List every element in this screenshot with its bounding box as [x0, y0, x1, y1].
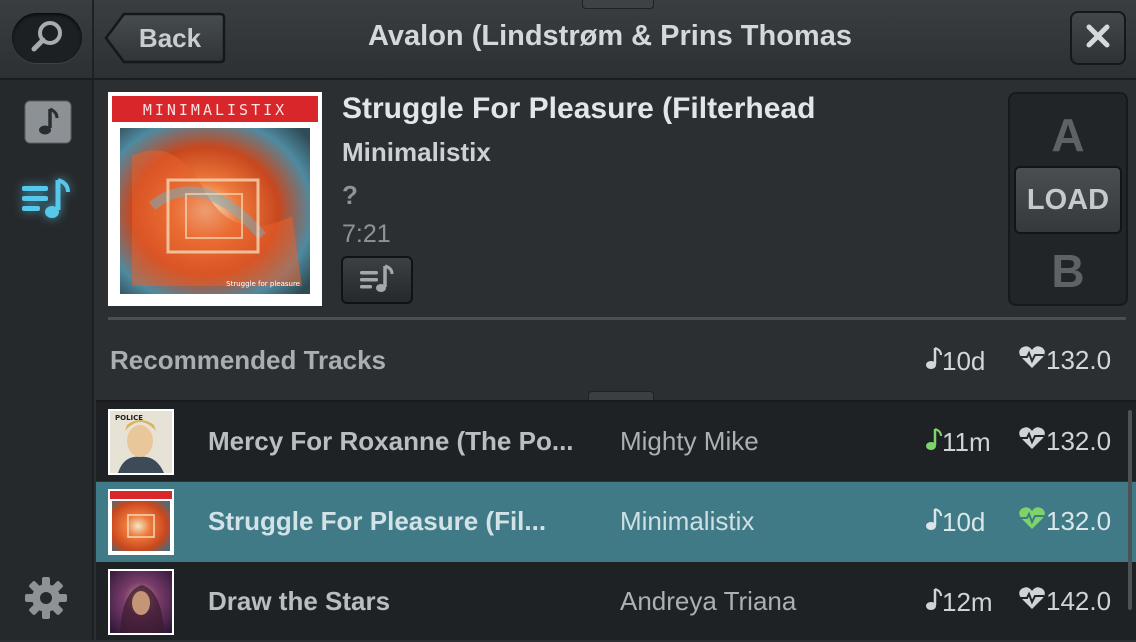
add-to-queue-button[interactable]: [341, 256, 413, 304]
svg-text:Struggle for pleasure: Struggle for pleasure: [226, 280, 300, 288]
load-button[interactable]: LOAD: [1014, 166, 1122, 234]
track-key: 10d: [924, 506, 985, 539]
track-thumbnail: [108, 489, 174, 555]
track-artist: Minimalistix: [342, 137, 491, 167]
music-note-icon: [24, 100, 72, 149]
table-row-selected[interactable]: Struggle For Pleasure (Fil... Minimalist…: [96, 482, 1136, 562]
track-bpm-value: 132.0: [1046, 426, 1112, 456]
table-row[interactable]: Draw the Stars Andreya Triana 12m 142.0: [96, 562, 1136, 642]
track-bpm: 142.0: [1018, 586, 1111, 617]
recommended-tracks-label: Recommended Tracks: [110, 345, 387, 375]
recommended-bpm: 132.0: [1018, 345, 1111, 376]
track-title: Draw the Stars: [208, 586, 391, 616]
left-rail: [0, 80, 94, 640]
music-note-icon: [924, 345, 942, 378]
track-key: ?: [342, 180, 358, 210]
deck-a-button[interactable]: A: [1010, 108, 1126, 162]
track-key: 12m: [924, 586, 993, 619]
playlist-view-button[interactable]: [18, 176, 76, 226]
track-artist: Minimalistix: [620, 506, 755, 536]
playlist-icon: [18, 174, 76, 229]
playlist-icon: [357, 262, 397, 299]
recommended-track-list: POLICE Mercy For Roxanne (The Po... Migh…: [96, 400, 1136, 640]
album-cover: MINIMALISTIX Struggle for pleasure: [108, 92, 322, 306]
recommended-bpm-value: 132.0: [1046, 345, 1112, 375]
svg-text:MINIMALISTIX: MINIMALISTIX: [143, 101, 287, 119]
heartbeat-icon: [1018, 345, 1046, 376]
track-duration: 7:21: [342, 220, 391, 248]
music-note-icon: [924, 426, 942, 459]
list-scrollbar[interactable]: [1128, 410, 1132, 610]
settings-button[interactable]: [22, 576, 70, 624]
svg-text:POLICE: POLICE: [115, 414, 143, 422]
recommended-key-value: 10d: [942, 346, 986, 376]
search-button[interactable]: [12, 13, 82, 63]
section-divider: [108, 317, 1126, 320]
music-note-icon: [924, 586, 942, 619]
track-key-value: 10d: [942, 507, 986, 537]
load-deck-panel: A LOAD B: [1008, 92, 1128, 306]
recommended-key: 10d: [924, 345, 985, 378]
track-title: Struggle For Pleasure (Fil...: [208, 506, 547, 536]
heartbeat-icon: [1018, 426, 1046, 457]
track-key-value: 12m: [942, 587, 993, 617]
topbar-divider: [92, 0, 94, 78]
track-title: Mercy For Roxanne (The Po...: [208, 426, 574, 456]
heartbeat-icon: [1018, 586, 1046, 617]
track-thumbnail: POLICE: [108, 409, 174, 475]
close-icon: [1085, 23, 1111, 54]
back-button[interactable]: Back: [104, 12, 226, 64]
track-bpm-value: 142.0: [1046, 586, 1112, 616]
track-view-button[interactable]: [24, 100, 72, 149]
track-bpm: 132.0: [1018, 506, 1111, 537]
track-artist: Mighty Mike: [620, 426, 759, 456]
top-bar: Back Avalon (Lindstrøm & Prins Thomas: [0, 0, 1136, 80]
track-thumbnail: [108, 569, 174, 635]
track-key: 11m: [924, 426, 991, 459]
track-key-value: 11m: [942, 427, 991, 457]
music-note-icon: [924, 506, 942, 539]
track-title: Struggle For Pleasure (Filterhead: [342, 92, 816, 125]
table-row[interactable]: POLICE Mercy For Roxanne (The Po... Migh…: [96, 402, 1136, 482]
top-drag-handle[interactable]: [582, 0, 654, 9]
heartbeat-icon: [1018, 506, 1046, 537]
deck-b-button[interactable]: B: [1010, 244, 1126, 298]
close-button[interactable]: [1070, 11, 1126, 65]
track-bpm-value: 132.0: [1046, 506, 1112, 536]
search-icon: [27, 16, 67, 61]
track-artist: Andreya Triana: [620, 586, 797, 616]
gear-icon: [22, 574, 70, 627]
page-title: Avalon (Lindstrøm & Prins Thomas: [368, 20, 852, 52]
track-bpm: 132.0: [1018, 426, 1111, 457]
back-label: Back: [138, 22, 202, 53]
